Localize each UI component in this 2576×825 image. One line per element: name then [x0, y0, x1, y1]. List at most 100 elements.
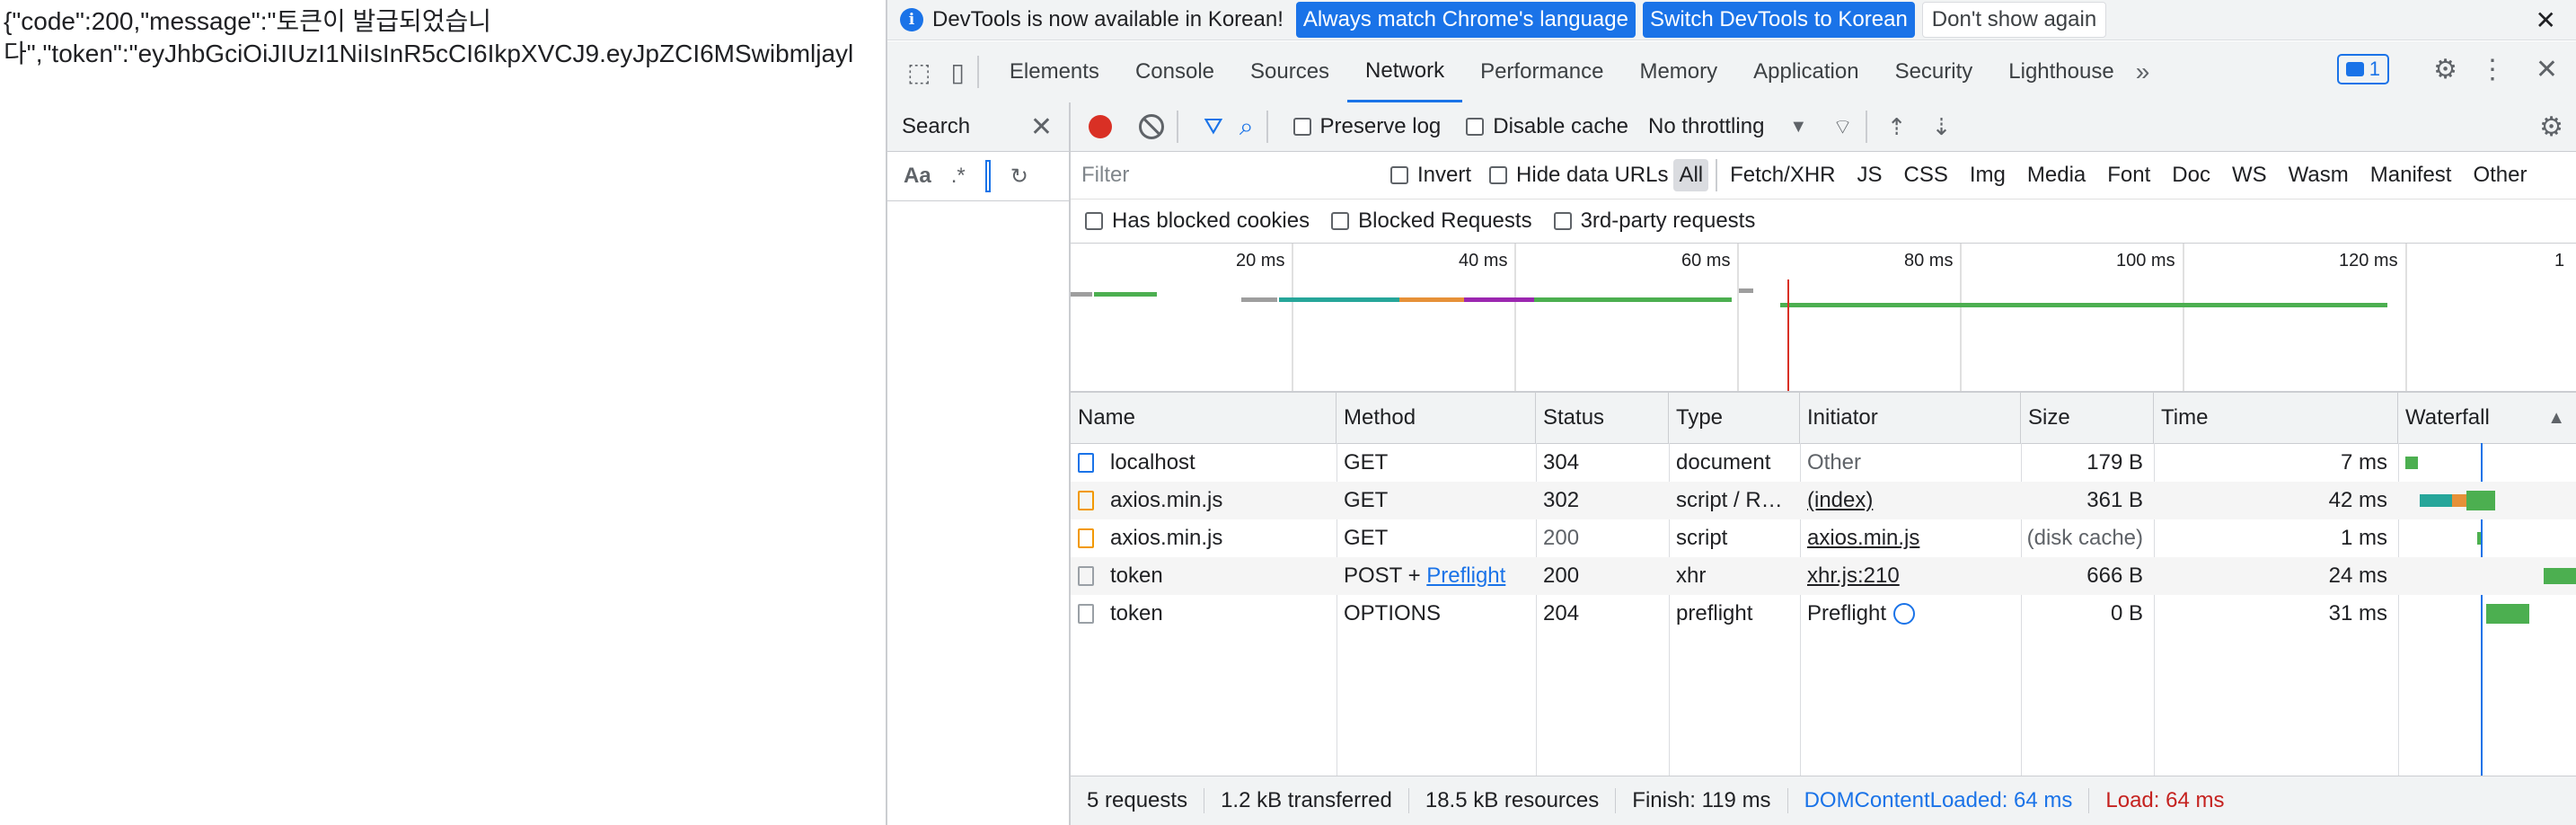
type-filter-other[interactable]: Other — [2467, 159, 2532, 191]
type-filter-fetch-xhr[interactable]: Fetch/XHR — [1725, 159, 1840, 191]
issues-badge[interactable]: 1 — [2336, 54, 2389, 84]
type-filter-js[interactable]: JS — [1852, 159, 1888, 191]
col-method-header[interactable]: Method — [1337, 393, 1536, 443]
type-filter-css[interactable]: CSS — [1899, 159, 1954, 191]
col-initiator-header[interactable]: Initiator — [1800, 393, 2021, 443]
type-filter-manifest[interactable]: Manifest — [2365, 159, 2457, 191]
row-time: 7 ms — [2340, 450, 2387, 475]
match-case-toggle[interactable]: Aa — [904, 164, 931, 189]
tab-security[interactable]: Security — [1877, 41, 1991, 102]
dont-show-again-button[interactable]: Don't show again — [1921, 2, 2107, 38]
blocked-requests-checkbox[interactable]: Blocked Requests — [1331, 208, 1532, 234]
close-icon[interactable]: ✕ — [2536, 5, 2556, 35]
regex-toggle[interactable]: .* — [951, 164, 966, 189]
more-tabs-icon[interactable]: » — [2136, 58, 2150, 86]
row-type: xhr — [1676, 563, 1707, 588]
preserve-log-checkbox[interactable]: Preserve log — [1292, 114, 1441, 139]
invert-label: Invert — [1417, 163, 1472, 187]
type-filter-doc[interactable]: Doc — [2166, 159, 2216, 191]
invert-checkbox[interactable]: Invert — [1390, 163, 1471, 188]
dom-content-loaded-time: DOMContentLoaded: 64 ms — [1788, 788, 2090, 813]
row-status: 200 — [1543, 526, 1580, 550]
table-row[interactable]: axios.min.js GET 200 script axios.min.js… — [1071, 519, 2576, 557]
always-match-language-button[interactable]: Always match Chrome's language — [1295, 2, 1636, 38]
tab-console[interactable]: Console — [1117, 41, 1232, 102]
search-title: Search — [902, 114, 971, 138]
name-text: axios.min.js — [1110, 488, 1223, 512]
gear-icon[interactable]: ⚙ — [2433, 54, 2457, 85]
row-initiator[interactable]: axios.min.js — [1800, 519, 2021, 557]
page-content: {"code":200,"message":"토큰이 발급되었습니 다","to… — [0, 0, 886, 825]
divider — [1266, 111, 1268, 143]
type-filter-ws[interactable]: WS — [2227, 159, 2272, 191]
blocked-cookies-checkbox[interactable]: Has blocked cookies — [1085, 208, 1310, 234]
table-row[interactable]: axios.min.js GET 302 script / R… (index)… — [1071, 482, 2576, 519]
devtools-tabbar: ⬚ ▯ Elements Console Sources Network Per… — [887, 41, 2576, 103]
tab-application[interactable]: Application — [1735, 41, 1876, 102]
export-har-icon[interactable]: ⇣ — [1932, 113, 1952, 141]
network-settings-gear-icon[interactable]: ⚙ — [2539, 111, 2563, 143]
col-type-header[interactable]: Type — [1669, 393, 1800, 443]
initiator-link[interactable]: xhr.js:210 — [1807, 563, 1900, 589]
refresh-icon[interactable]: ↻ — [1010, 164, 1028, 190]
request-table: Name Method Status Type Initiator Size T… — [1071, 393, 2576, 790]
tab-elements[interactable]: Elements — [992, 41, 1117, 102]
overview-tick-label: 1 — [2554, 251, 2565, 271]
disable-cache-checkbox[interactable]: Disable cache — [1466, 114, 1628, 139]
close-search-icon[interactable]: ✕ — [1030, 111, 1053, 143]
type-filter-wasm[interactable]: Wasm — [2283, 159, 2354, 191]
checkbox — [1292, 118, 1311, 136]
col-status-header[interactable]: Status — [1536, 393, 1669, 443]
tab-lighthouse[interactable]: Lighthouse — [1990, 41, 2131, 102]
table-row[interactable]: token OPTIONS 204 preflight Preflight 0 … — [1071, 595, 2576, 633]
col-size-header[interactable]: Size — [2021, 393, 2154, 443]
search-input[interactable] — [984, 160, 991, 192]
type-filter-img[interactable]: Img — [1964, 159, 2011, 191]
overview-bar — [1534, 297, 1732, 302]
table-row[interactable]: token POST + Preflight 200 xhr xhr.js:21… — [1071, 557, 2576, 595]
overview-bar — [1464, 297, 1534, 302]
row-initiator[interactable]: Preflight — [1800, 595, 2021, 633]
switch-to-korean-button[interactable]: Switch DevTools to Korean — [1642, 2, 1915, 38]
hide-data-urls-checkbox[interactable]: Hide data URLs — [1489, 163, 1668, 188]
initiator-link[interactable]: (index) — [1807, 488, 1873, 513]
network-conditions-icon[interactable]: ⌔ — [1832, 113, 1853, 140]
third-party-checkbox[interactable]: 3rd-party requests — [1553, 208, 1755, 234]
device-toolbar-icon[interactable]: ▯ — [950, 58, 964, 87]
method-text: POST + — [1344, 563, 1427, 588]
search-icon[interactable]: ⌕ — [1239, 112, 1254, 142]
col-name-header[interactable]: Name — [1071, 393, 1337, 443]
tab-memory[interactable]: Memory — [1621, 41, 1735, 102]
filter-icon[interactable]: ⛛ — [1204, 112, 1223, 141]
tab-network[interactable]: Network — [1347, 41, 1463, 102]
preflight-link-icon[interactable] — [1893, 603, 1916, 625]
inspect-element-icon[interactable]: ⬚ — [907, 58, 931, 87]
row-initiator[interactable]: (index) — [1800, 482, 2021, 519]
col-time-header[interactable]: Time — [2154, 393, 2398, 443]
initiator-link[interactable]: axios.min.js — [1807, 526, 1919, 551]
table-row[interactable]: localhost GET 304 document Other 179 B 7… — [1071, 444, 2576, 482]
close-devtools-icon[interactable]: ✕ — [2536, 54, 2558, 85]
type-filter-font[interactable]: Font — [2102, 159, 2156, 191]
row-status: 304 — [1543, 450, 1580, 475]
tab-sources[interactable]: Sources — [1232, 41, 1347, 102]
row-type: script / R… — [1676, 488, 1783, 512]
preflight-link[interactable]: Preflight — [1426, 563, 1505, 589]
waterfall-bar — [2486, 604, 2529, 624]
network-overview[interactable]: 20 ms 40 ms 60 ms 80 ms 100 ms 120 ms 1 — [1071, 244, 2576, 393]
message-icon — [2345, 62, 2364, 76]
import-har-icon[interactable]: ⇡ — [1887, 113, 1907, 141]
search-tools: Aa .* ↻ — [887, 152, 1069, 201]
throttling-select[interactable]: No throttling — [1648, 114, 1764, 139]
type-filter-media[interactable]: Media — [2022, 159, 2091, 191]
row-initiator[interactable]: xhr.js:210 — [1800, 557, 2021, 595]
overview-tick-label: 100 ms — [2116, 251, 2175, 271]
filter-input[interactable]: Filter — [1076, 160, 1378, 191]
record-button[interactable] — [1089, 115, 1112, 138]
type-filter-all[interactable]: All — [1673, 159, 1709, 191]
kebab-menu-icon[interactable]: ⋮ — [2479, 54, 2506, 85]
chevron-down-icon[interactable]: ▼ — [1789, 117, 1807, 138]
col-waterfall-header[interactable]: Waterfall ▲ — [2398, 393, 2576, 443]
tab-performance[interactable]: Performance — [1462, 41, 1621, 102]
clear-icon[interactable] — [1139, 114, 1164, 139]
